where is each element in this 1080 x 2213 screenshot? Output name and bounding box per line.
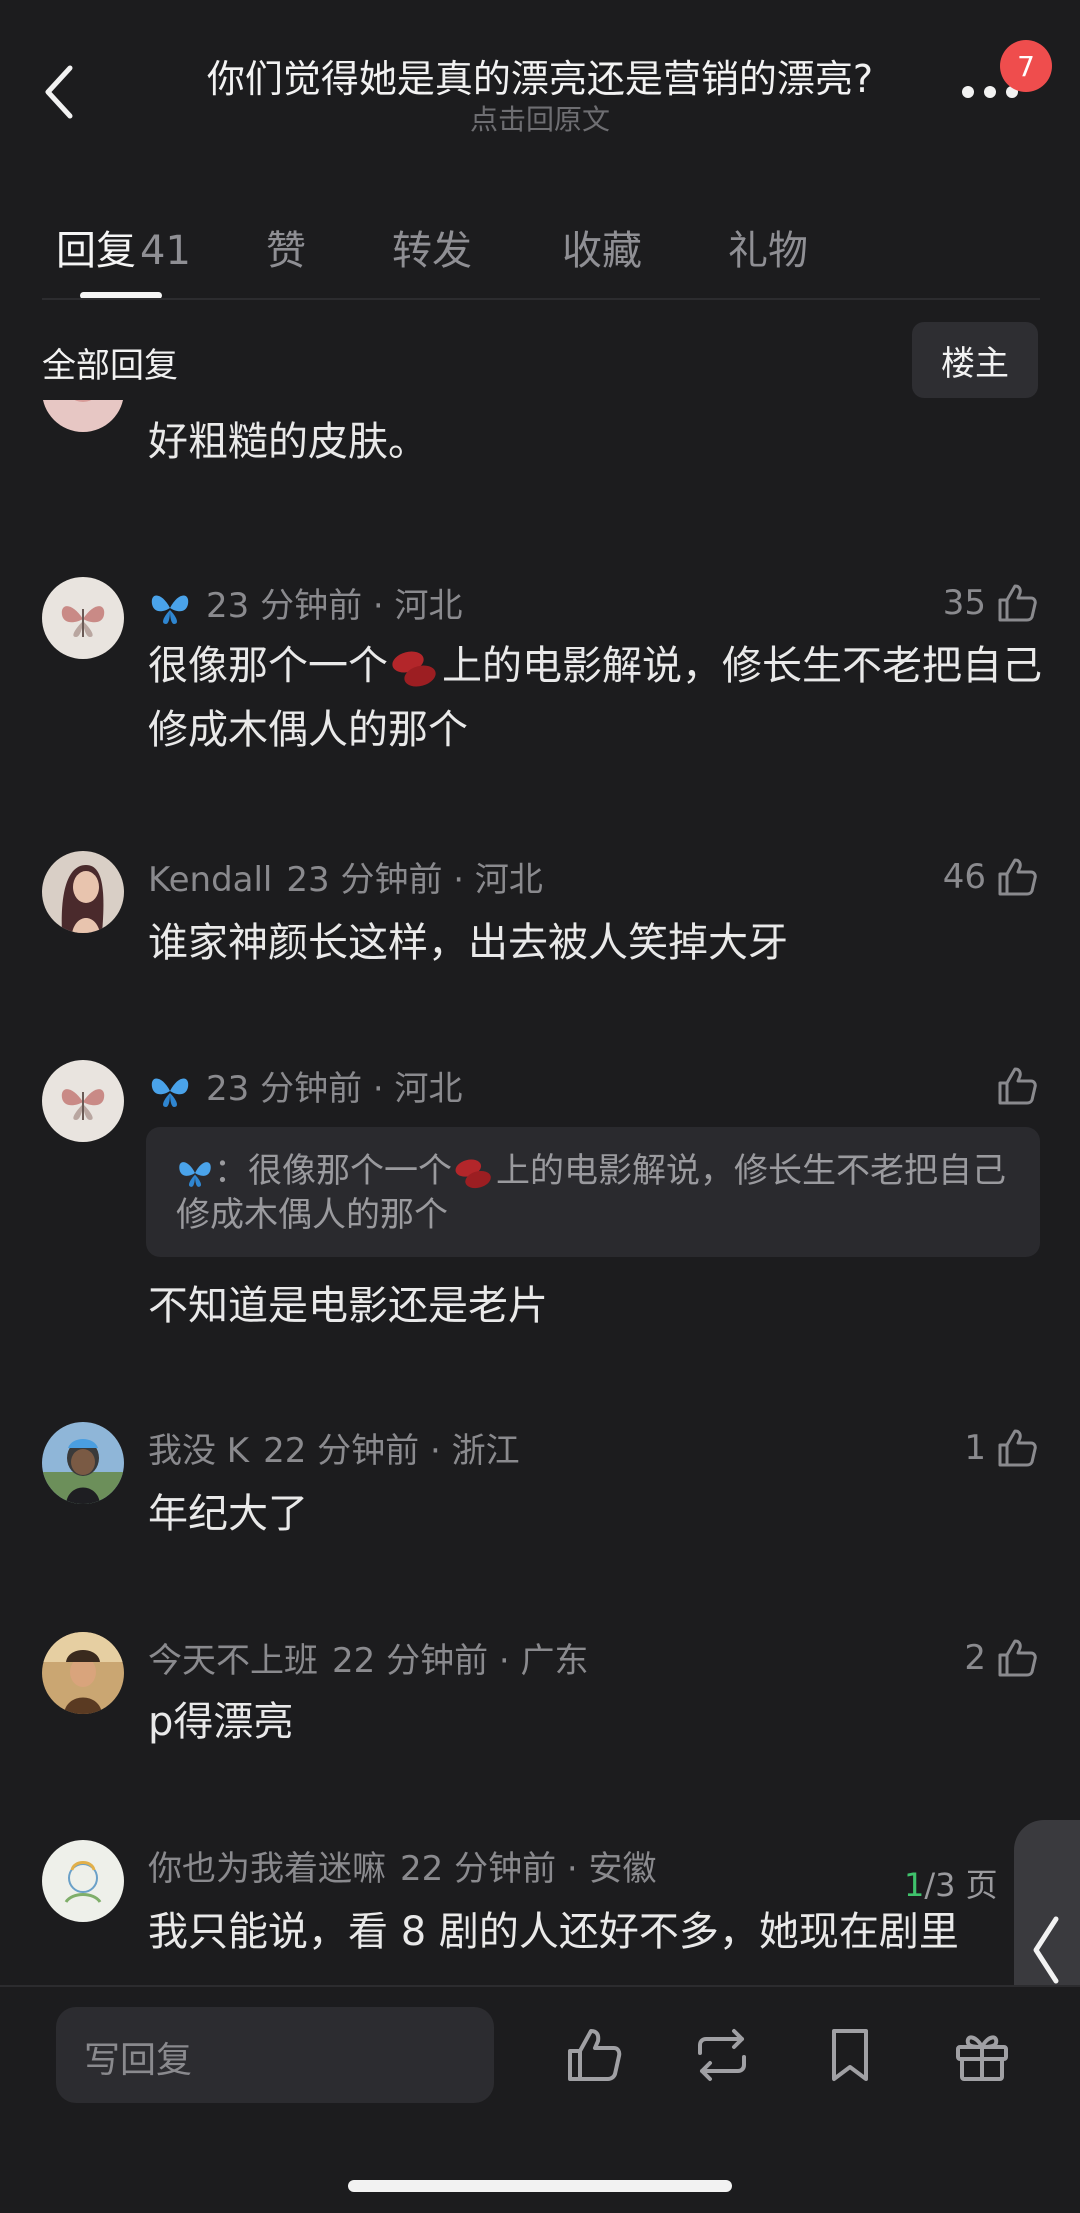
comment-text: 谁家神颜长这样，出去被人笑掉大牙 [148, 920, 788, 966]
avatar[interactable] [42, 1840, 124, 1922]
comment-meta: 23 分钟前 · 河北 [148, 578, 463, 630]
gift-icon [956, 2035, 1008, 2081]
comment-time: 22 分钟前 · 广东 [332, 1641, 589, 1681]
top-bar: 你们觉得她是真的漂亮还是营销的漂亮? 点击回原文 7 [0, 0, 1080, 150]
avatar[interactable] [42, 577, 124, 659]
comment-meta: Kendall 23 分钟前 · 河北 [148, 852, 543, 901]
bookmark-icon [832, 2029, 868, 2081]
thumbs-up-icon [998, 1429, 1037, 1467]
comment-text: p得漂亮 [148, 1699, 294, 1745]
quoted-reply[interactable]: ：很像那个一个 上的电影解说，修长生不老把自己修成木偶人的那个 [146, 1127, 1040, 1257]
dot [962, 86, 974, 98]
bottom-action-bar: 写回复 [0, 1985, 1080, 2213]
comment-list[interactable]: 好粗糙的皮肤。 23 分钟前 · 河北 35 很像那个一个 上的电影解说，修长生… [0, 400, 1080, 1985]
comment-text: 很像那个一个 上的电影解说，修长生不老把自己修成木偶人的那个 [148, 643, 1042, 753]
thumbs-up-icon [998, 584, 1037, 622]
comment-meta: 23 分钟前 · 河北 [148, 1061, 463, 1113]
comment-text: 好粗糙的皮肤。 [148, 419, 428, 465]
thumbs-up-icon [568, 2029, 622, 2081]
page-indicator[interactable]: 1/3 页 [904, 1860, 998, 1906]
comment-time: 23 分钟前 · 河北 [206, 1069, 463, 1109]
butterfly-icon [151, 1077, 189, 1107]
home-indicator [348, 2180, 732, 2192]
avatar[interactable] [42, 1060, 124, 1142]
thumbs-up-icon [998, 1067, 1037, 1105]
bookmark-button[interactable] [818, 2023, 882, 2087]
comment-text: 我只能说，看 8 剧的人还好不多，她现在剧里 [148, 1909, 959, 1955]
reply-input[interactable]: 写回复 [56, 2007, 494, 2103]
comment-time: 23 分钟前 · 河北 [206, 586, 463, 626]
butterfly-icon [151, 594, 189, 624]
like-button[interactable]: 46 [943, 852, 1040, 902]
avatar[interactable] [42, 400, 124, 432]
total-pages: /3 页 [924, 1866, 998, 1904]
notification-badge: 7 [1000, 40, 1052, 92]
thumbs-up-icon [998, 1639, 1037, 1677]
tab-likes[interactable]: 赞 [266, 218, 306, 276]
like-count: 2 [964, 1638, 986, 1678]
tab-replies[interactable]: 回复 41 [56, 218, 191, 276]
comment-text: 不知道是电影还是老片 [148, 1283, 548, 1329]
op-only-button[interactable]: 楼主 [912, 322, 1038, 398]
comment-time: 23 分钟前 · 河北 [286, 860, 543, 900]
current-page: 1 [904, 1866, 925, 1904]
username[interactable]: 我没 K [148, 1431, 249, 1471]
like-post-button[interactable] [562, 2023, 626, 2087]
like-count: 46 [942, 857, 986, 897]
chevron-left-icon [45, 65, 73, 119]
like-button[interactable]: 2 [964, 1633, 1040, 1683]
page-title[interactable]: 你们觉得她是真的漂亮还是营销的漂亮? [150, 48, 930, 103]
like-button[interactable] [994, 1061, 1040, 1111]
tab-gifts[interactable]: 礼物 [728, 218, 808, 276]
comment-time: 22 分钟前 · 浙江 [263, 1431, 520, 1471]
tab-bar: 回复 41 赞 转发 收藏 礼物 [0, 200, 1080, 300]
beans-emoji-icon [455, 1159, 491, 1188]
back-to-original-link[interactable]: 点击回原文 [150, 98, 930, 138]
tab-reposts[interactable]: 转发 [392, 218, 472, 276]
tab-label: 回复 [56, 228, 136, 274]
like-count: 35 [942, 583, 986, 623]
gift-button[interactable] [950, 2023, 1014, 2087]
repost-icon [698, 2029, 746, 2081]
comment-time: 22 分钟前 · 安徽 [400, 1849, 657, 1889]
like-button[interactable]: 1 [964, 1423, 1040, 1473]
username[interactable]: 今天不上班 [148, 1641, 318, 1681]
avatar[interactable] [42, 851, 124, 933]
repost-button[interactable] [690, 2023, 754, 2087]
chevron-left-icon [1033, 1916, 1059, 1984]
comment-meta: 今天不上班 22 分钟前 · 广东 [148, 1633, 589, 1682]
beans-emoji-icon [392, 651, 436, 687]
thumbs-up-icon [998, 858, 1037, 896]
divider [42, 298, 1040, 300]
username[interactable]: 你也为我着迷嘛 [148, 1849, 386, 1889]
comment-meta: 我没 K 22 分钟前 · 浙江 [148, 1423, 520, 1472]
back-button[interactable] [40, 62, 80, 122]
all-replies-label: 全部回复 [42, 346, 178, 386]
dot [984, 86, 996, 98]
tab-favorites[interactable]: 收藏 [562, 218, 642, 276]
avatar[interactable] [42, 1632, 124, 1714]
comment-meta: 你也为我着迷嘛 22 分钟前 · 安徽 [148, 1841, 657, 1890]
filter-row: 全部回复 楼主 [0, 320, 1080, 400]
avatar[interactable] [42, 1422, 124, 1504]
like-count: 1 [964, 1428, 986, 1468]
butterfly-icon [179, 1161, 211, 1187]
username[interactable]: Kendall [148, 860, 272, 900]
comment-text: 年纪大了 [148, 1491, 308, 1537]
reply-count: 41 [140, 228, 191, 274]
like-button[interactable]: 35 [943, 578, 1040, 628]
